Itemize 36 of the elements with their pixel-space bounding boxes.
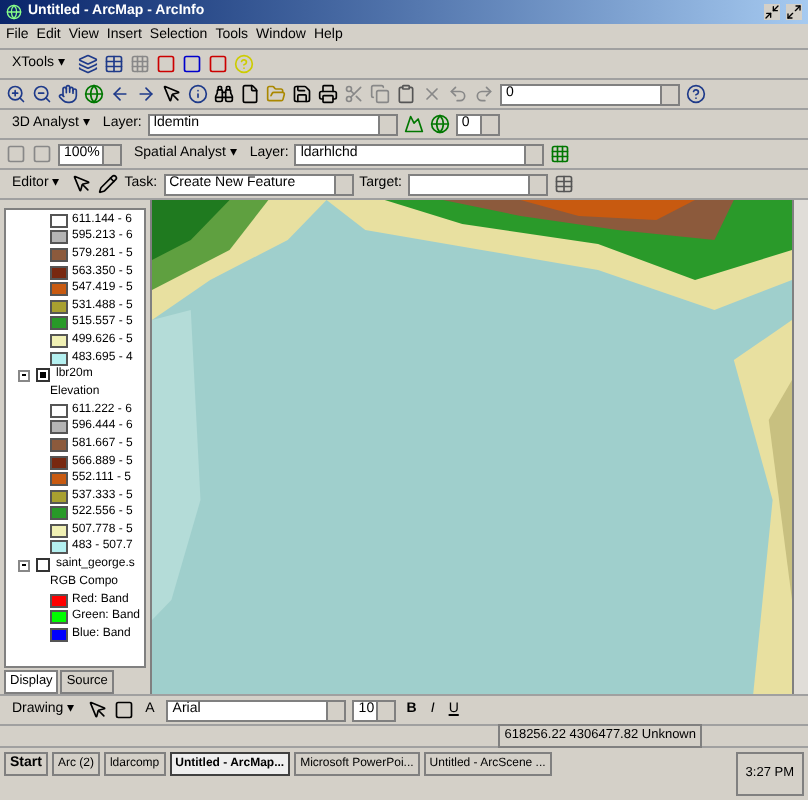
new-icon[interactable] [240, 84, 260, 104]
info-icon[interactable] [188, 84, 208, 104]
pencil-icon[interactable] [98, 174, 119, 194]
layers-icon[interactable] [77, 54, 98, 74]
mountain-icon[interactable] [403, 114, 424, 134]
zoom-out-icon[interactable] [32, 84, 52, 104]
pointer-icon[interactable] [72, 174, 93, 194]
pointer-icon[interactable] [87, 700, 108, 720]
pointer-icon[interactable] [162, 84, 182, 104]
maximize-icon[interactable] [786, 4, 802, 20]
globe-icon[interactable] [429, 114, 450, 134]
forward-icon[interactable] [136, 84, 156, 104]
globe-icon[interactable] [84, 84, 104, 104]
help-icon[interactable] [686, 84, 706, 104]
binoculars-icon[interactable] [214, 84, 234, 104]
table-icon[interactable] [553, 174, 574, 194]
paste-icon[interactable] [396, 84, 416, 104]
square-icon[interactable] [181, 54, 202, 74]
pan-icon[interactable] [58, 84, 78, 104]
grid-icon[interactable] [550, 144, 571, 164]
zoom-in-icon[interactable] [6, 84, 26, 104]
layer-checkbox[interactable] [36, 558, 50, 573]
back-icon[interactable] [110, 84, 130, 104]
app-icon [6, 4, 22, 20]
target-dropdown[interactable] [407, 173, 548, 195]
rectangle-icon[interactable] [113, 700, 134, 720]
expand-toggle[interactable] [18, 369, 30, 382]
layer-checkbox[interactable] [36, 368, 50, 383]
minimize-icon[interactable] [764, 4, 780, 20]
scrollbar[interactable] [792, 200, 808, 694]
table-icon[interactable] [103, 54, 124, 74]
expand-toggle[interactable] [18, 559, 30, 572]
square-icon[interactable] [207, 54, 228, 74]
save-icon[interactable] [292, 84, 312, 104]
square-icon[interactable] [155, 54, 176, 74]
print-icon[interactable] [318, 84, 338, 104]
